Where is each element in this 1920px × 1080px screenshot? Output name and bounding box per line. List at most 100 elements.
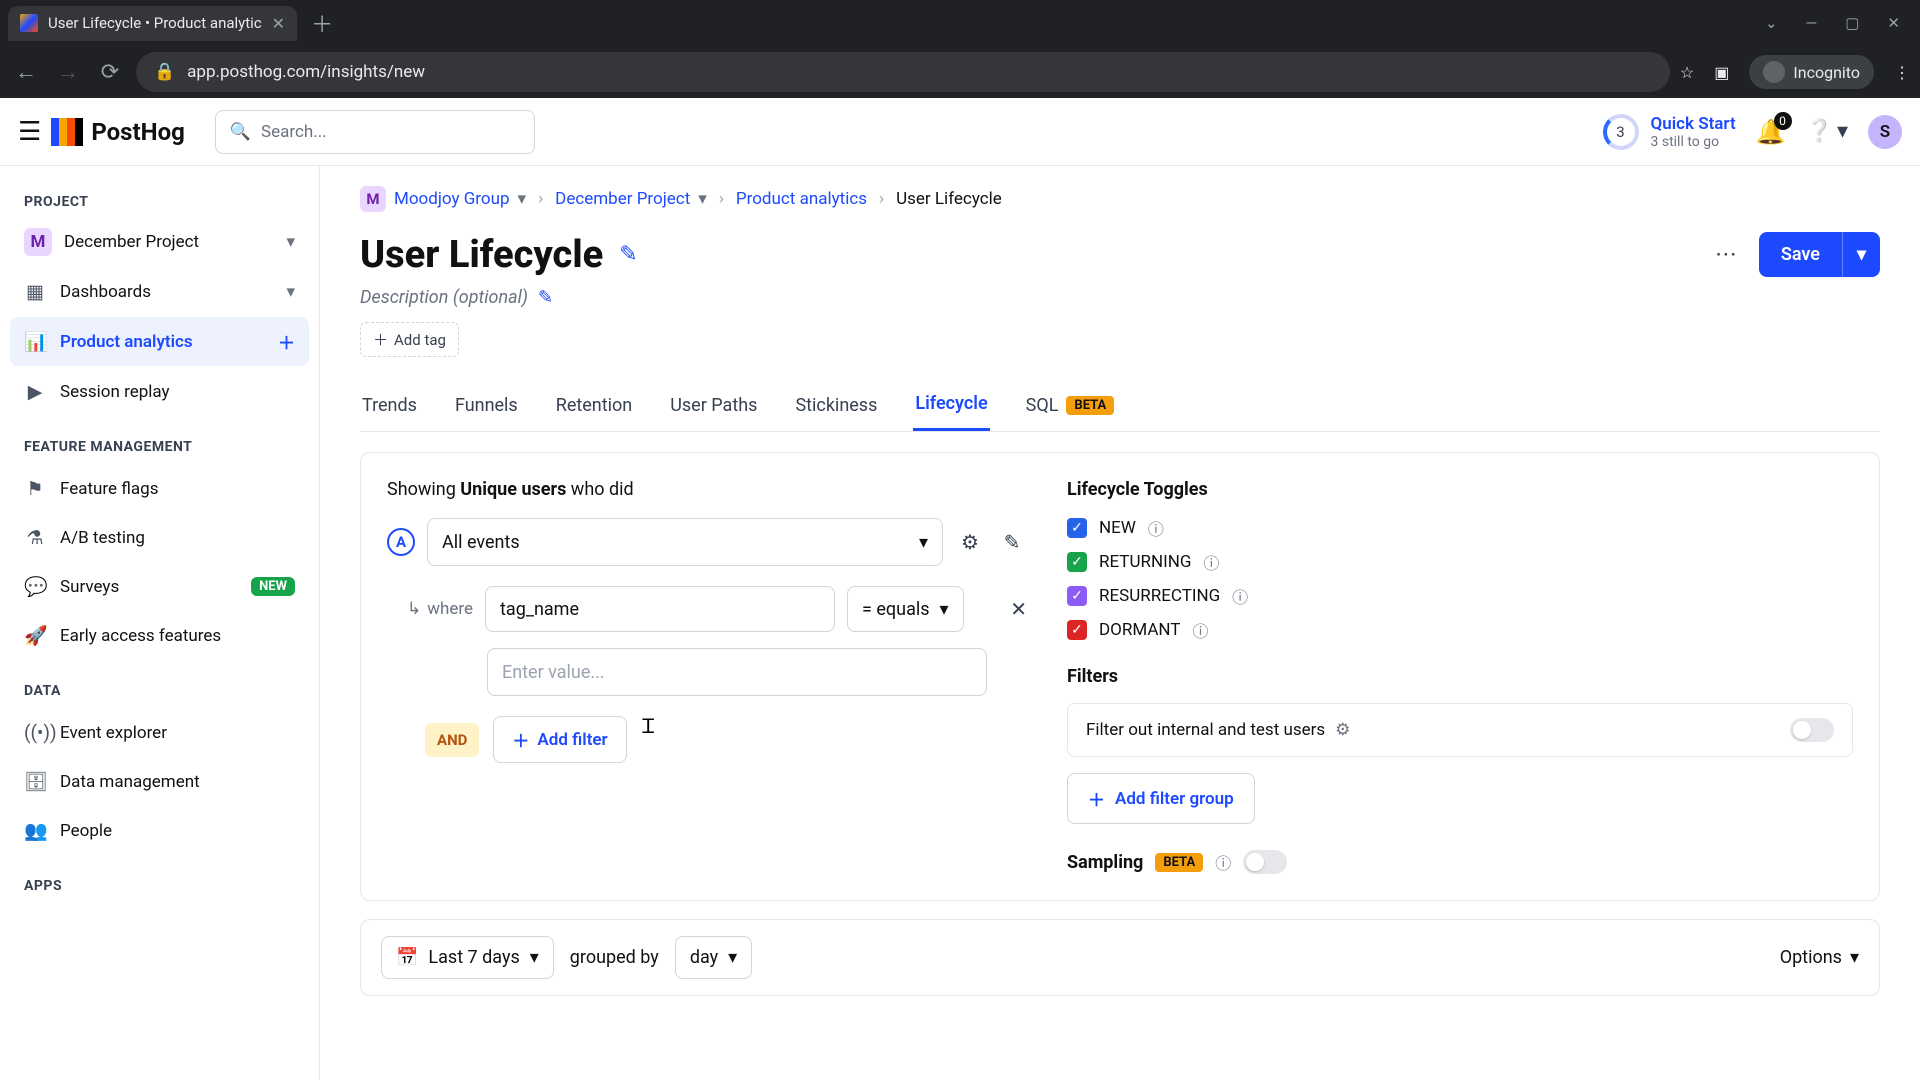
sidebar-item-label: Dashboards — [60, 282, 151, 302]
interval-label: day — [690, 947, 718, 968]
tab-trends[interactable]: Trends — [360, 379, 419, 431]
beta-badge: BETA — [1155, 853, 1203, 872]
chevron-down-icon: ▾ — [1837, 119, 1848, 144]
chevron-down-icon[interactable]: ⌄ — [1765, 14, 1778, 32]
tab-bar: User Lifecycle • Product analytic ✕ ＋ ⌄ … — [0, 0, 1920, 46]
search-input[interactable]: 🔍 Search... — [215, 110, 535, 154]
operator-select[interactable]: = equals▾ — [847, 586, 964, 632]
chevron-down-icon: ▾ — [530, 947, 539, 968]
tab-label: Trends — [362, 395, 417, 416]
close-window-icon[interactable]: ✕ — [1887, 14, 1900, 32]
save-label[interactable]: Save — [1759, 232, 1842, 277]
rocket-icon: 🚀 — [24, 624, 46, 647]
incognito-badge[interactable]: Incognito — [1749, 55, 1874, 89]
sidebar-item-ab-testing[interactable]: ⚗ A/B testing — [10, 514, 309, 561]
checkbox-icon[interactable]: ✓ — [1067, 552, 1087, 572]
filter-icon[interactable]: ⚙ — [955, 530, 985, 554]
tab-sql[interactable]: SQLBETA — [1024, 379, 1117, 431]
sidebar-item-dashboards[interactable]: ▦ Dashboards ▾ — [10, 268, 309, 315]
add-filter-group-button[interactable]: ＋ Add filter group — [1067, 773, 1255, 824]
sidebar-item-event-explorer[interactable]: ((•)) Event explorer — [10, 709, 309, 756]
tab-stickiness[interactable]: Stickiness — [793, 379, 879, 431]
remove-filter-icon[interactable]: ✕ — [1010, 597, 1027, 621]
chevron-down-icon: ▾ — [728, 947, 737, 968]
filters-heading: Filters — [1067, 666, 1853, 687]
logo[interactable]: PostHog — [51, 118, 185, 146]
description-field[interactable]: Description (optional) ✎ — [360, 287, 1880, 308]
sidebar-item-early-access[interactable]: 🚀 Early access features — [10, 612, 309, 659]
toggle-switch[interactable] — [1243, 850, 1287, 874]
date-range-label: Last 7 days — [428, 947, 519, 968]
toggle-label: RESURRECTING — [1099, 586, 1220, 606]
info-icon[interactable]: ⓘ — [1148, 516, 1164, 540]
sidebar-item-session-replay[interactable]: ▶ Session replay — [10, 368, 309, 415]
notifications-button[interactable]: 🔔 0 — [1756, 118, 1786, 146]
more-icon[interactable]: ⋯ — [1707, 234, 1745, 275]
toggle-new[interactable]: ✓NEWⓘ — [1067, 516, 1853, 540]
sidebar-item-label: Feature flags — [60, 479, 158, 499]
tab-lifecycle[interactable]: Lifecycle — [913, 379, 989, 431]
breadcrumb-org[interactable]: MMoodjoy Group▾ — [360, 186, 526, 212]
edit-icon[interactable]: ✎ — [997, 530, 1027, 554]
interval-select[interactable]: day ▾ — [675, 936, 752, 979]
info-icon[interactable]: ⓘ — [1192, 618, 1208, 642]
checkbox-icon[interactable]: ✓ — [1067, 586, 1087, 606]
checkbox-icon[interactable]: ✓ — [1067, 620, 1087, 640]
breadcrumb-current: User Lifecycle — [896, 189, 1002, 209]
chat-icon: 💬 — [24, 575, 46, 598]
sidebar-item-product-analytics[interactable]: 📊 Product analytics ＋ — [10, 317, 309, 366]
filter-internal-users: Filter out internal and test users ⚙ — [1067, 703, 1853, 757]
breadcrumb-section[interactable]: Product analytics — [736, 189, 867, 209]
info-icon[interactable]: ⓘ — [1203, 550, 1219, 574]
minimize-icon[interactable]: — — [1806, 14, 1818, 32]
save-button[interactable]: Save ▾ — [1759, 232, 1880, 277]
toggle-resurrecting[interactable]: ✓ RESURRECTING ⓘ — [1067, 584, 1853, 608]
filter-label: Filter out internal and test users — [1086, 720, 1325, 740]
close-icon[interactable]: ✕ — [272, 14, 285, 33]
event-select[interactable]: All events ▾ — [427, 518, 943, 566]
value-input[interactable] — [487, 648, 987, 696]
sidebar-project-selector[interactable]: M December Project ▾ — [10, 218, 309, 266]
back-icon[interactable]: ← — [10, 59, 42, 85]
help-button[interactable]: ❔▾ — [1806, 119, 1848, 144]
info-icon[interactable]: ⓘ — [1232, 584, 1248, 608]
save-dropdown-icon[interactable]: ▾ — [1842, 232, 1880, 277]
tab-funnels[interactable]: Funnels — [453, 379, 520, 431]
date-bar: 📅 Last 7 days ▾ grouped by day ▾ Options… — [360, 919, 1880, 996]
checkbox-icon[interactable]: ✓ — [1067, 518, 1087, 538]
star-icon[interactable]: ☆ — [1680, 63, 1694, 82]
add-filter-button[interactable]: ＋ Add filter — [493, 716, 626, 763]
tab-retention[interactable]: Retention — [554, 379, 634, 431]
sampling-label: Sampling — [1067, 852, 1143, 873]
date-range-select[interactable]: 📅 Last 7 days ▾ — [381, 936, 554, 979]
kebab-icon[interactable]: ⋮ — [1894, 63, 1910, 82]
toggle-switch[interactable] — [1790, 718, 1834, 742]
new-tab-button[interactable]: ＋ — [297, 7, 347, 39]
toggle-returning[interactable]: ✓RETURNINGⓘ — [1067, 550, 1853, 574]
maximize-icon[interactable]: ▢ — [1845, 14, 1859, 32]
gear-icon[interactable]: ⚙ — [1335, 720, 1350, 740]
quick-start[interactable]: 3 Quick Start 3 still to go — [1603, 114, 1736, 150]
sidebar-section-project: PROJECT — [10, 186, 309, 218]
browser-tab[interactable]: User Lifecycle • Product analytic ✕ — [8, 6, 297, 41]
sidebar-item-data-management[interactable]: 🗄 Data management — [10, 758, 309, 805]
tab-user-paths[interactable]: User Paths — [668, 379, 759, 431]
menu-icon[interactable]: ☰ — [18, 117, 41, 147]
plus-icon[interactable]: ＋ — [278, 329, 295, 354]
add-tag-button[interactable]: ＋ Add tag — [360, 322, 459, 357]
sidebar-item-feature-flags[interactable]: ⚑ Feature flags — [10, 465, 309, 512]
sidebar-item-surveys[interactable]: 💬 Surveys NEW — [10, 563, 309, 610]
reload-icon[interactable]: ⟳ — [94, 60, 126, 85]
sidebar-item-people[interactable]: 👥 People — [10, 807, 309, 854]
options-button[interactable]: Options ▾ — [1780, 947, 1859, 968]
edit-icon[interactable]: ✎ — [538, 287, 553, 308]
property-select[interactable]: tag_name — [485, 586, 835, 632]
breadcrumb-project[interactable]: December Project▾ — [555, 189, 707, 209]
avatar[interactable]: S — [1868, 115, 1902, 149]
extension-icon[interactable]: ▣ — [1714, 63, 1729, 82]
toggle-dormant[interactable]: ✓DORMANTⓘ — [1067, 618, 1853, 642]
edit-icon[interactable]: ✎ — [619, 242, 637, 267]
url-field[interactable]: 🔒 app.posthog.com/insights/new — [136, 52, 1670, 92]
info-icon[interactable]: ⓘ — [1215, 850, 1231, 874]
project-badge-icon: M — [24, 228, 52, 256]
